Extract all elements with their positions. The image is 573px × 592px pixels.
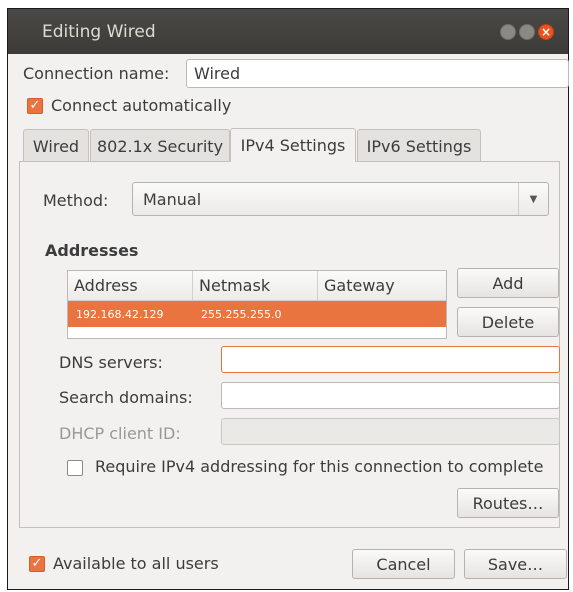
require-ipv4-label[interactable]: Require IPv4 addressing for this connect… (95, 457, 543, 476)
tab-label: IPv4 Settings (240, 136, 346, 155)
connect-automatically-label[interactable]: Connect automatically (51, 96, 231, 115)
dhcp-client-id-label: DHCP client ID: (59, 424, 181, 443)
column-header-netmask[interactable]: Netmask (193, 271, 318, 300)
column-header-address[interactable]: Address (68, 271, 193, 300)
addresses-heading: Addresses (45, 241, 139, 260)
address-cell[interactable]: 192.168.42.129 (68, 308, 193, 321)
column-header-gateway[interactable]: Gateway (318, 271, 446, 300)
connect-automatically-checkbox[interactable]: ✓ (27, 98, 43, 114)
window-title: Editing Wired (42, 21, 156, 42)
dns-servers-field[interactable] (221, 346, 560, 373)
routes-button[interactable]: Routes… (457, 488, 559, 518)
tab-ipv4-settings[interactable]: IPv4 Settings (230, 128, 356, 162)
connection-name-field[interactable]: Wired (186, 59, 569, 88)
save-button[interactable]: Save… (464, 549, 567, 579)
tab-ipv6-settings[interactable]: IPv6 Settings (357, 129, 481, 162)
dns-servers-label: DNS servers: (59, 353, 163, 372)
minimize-icon[interactable] (500, 24, 516, 40)
tab-label: IPv6 Settings (366, 136, 472, 156)
close-icon[interactable]: × (538, 24, 554, 40)
require-ipv4-checkbox[interactable]: ✓ (67, 460, 83, 476)
dropdown-arrow-icon: ▼ (518, 183, 548, 215)
method-label: Method: (43, 191, 109, 210)
maximize-icon[interactable] (519, 24, 535, 40)
table-header: Address Netmask Gateway (68, 271, 446, 301)
add-button[interactable]: Add (457, 268, 559, 298)
tab-802-1x-security[interactable]: 802.1x Security (90, 129, 230, 162)
search-domains-label: Search domains: (59, 388, 193, 407)
ipv4-settings-page: Method: Manual ▼ Addresses Address Netma… (19, 161, 560, 528)
connection-name-label: Connection name: (23, 64, 170, 83)
method-value: Manual (143, 189, 202, 209)
tab-label: 802.1x Security (96, 136, 224, 156)
tab-label: Wired (32, 136, 80, 156)
title-bar[interactable]: Editing Wired × (8, 9, 568, 54)
table-row[interactable]: 192.168.42.129 255.255.255.0 (68, 301, 446, 327)
search-domains-field[interactable] (221, 382, 560, 409)
tab-wired[interactable]: Wired (23, 129, 89, 162)
dhcp-client-id-field[interactable] (221, 418, 560, 445)
addresses-table[interactable]: Address Netmask Gateway 192.168.42.129 2… (67, 270, 447, 339)
method-dropdown[interactable]: Manual ▼ (132, 182, 549, 216)
cancel-button[interactable]: Cancel (352, 549, 455, 579)
available-to-all-users-checkbox[interactable]: ✓ (29, 556, 45, 572)
available-to-all-users-label[interactable]: Available to all users (53, 554, 219, 573)
delete-button[interactable]: Delete (457, 307, 559, 337)
edit-connection-dialog: Editing Wired × Connection name: Wired ✓… (7, 8, 569, 590)
netmask-cell[interactable]: 255.255.255.0 (193, 308, 318, 321)
